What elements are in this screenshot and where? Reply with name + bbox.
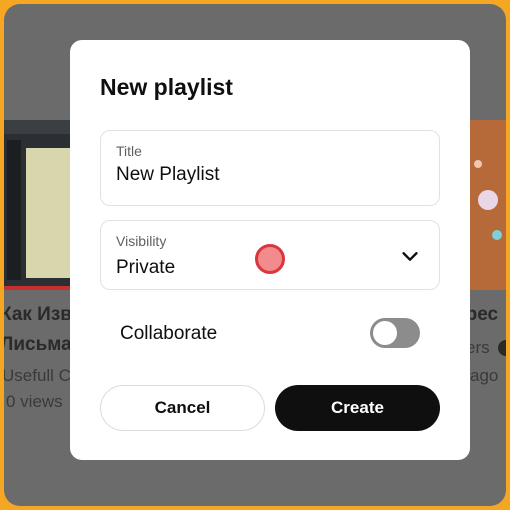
- collaborate-label: Collaborate: [120, 323, 218, 344]
- channel-name-left[interactable]: Usefull Ch: [4, 366, 80, 386]
- video-title-left-1[interactable]: Как Изв: [4, 304, 72, 326]
- thumbnail-decoration: [478, 190, 498, 210]
- visibility-value: Private: [116, 257, 176, 278]
- click-marker-icon: [255, 244, 285, 274]
- cancel-button[interactable]: Cancel: [100, 385, 265, 431]
- collaborate-toggle[interactable]: [370, 318, 420, 348]
- thumbnail-sidebar: [7, 140, 21, 280]
- upload-age-right: ago: [470, 366, 499, 385]
- visibility-label: Visibility: [116, 233, 167, 249]
- thumbnail-decoration: [492, 230, 502, 240]
- title-field-label: Title: [116, 143, 142, 159]
- thumbnail-decoration: [474, 160, 482, 168]
- thumbnail-browser-bar: [4, 120, 70, 134]
- app-frame: Как Изв Лисьма Usefull Ch 0 views орес e…: [4, 4, 506, 506]
- view-count-left: 0 views: [6, 392, 63, 411]
- verified-icon: [498, 340, 506, 356]
- title-field[interactable]: Title New Playlist: [100, 130, 440, 206]
- thumbnail-screen: [26, 148, 70, 278]
- video-title-left-2[interactable]: Лисьма: [4, 334, 72, 356]
- dialog-title: New playlist: [100, 74, 233, 100]
- title-input[interactable]: New Playlist: [116, 164, 219, 186]
- video-thumbnail-left[interactable]: [4, 120, 70, 290]
- video-thumbnail-right[interactable]: [470, 120, 506, 290]
- toggle-knob: [373, 321, 397, 345]
- create-button[interactable]: Create: [275, 385, 440, 431]
- chevron-down-icon: [402, 252, 418, 261]
- thumbnail-progress: [4, 286, 70, 290]
